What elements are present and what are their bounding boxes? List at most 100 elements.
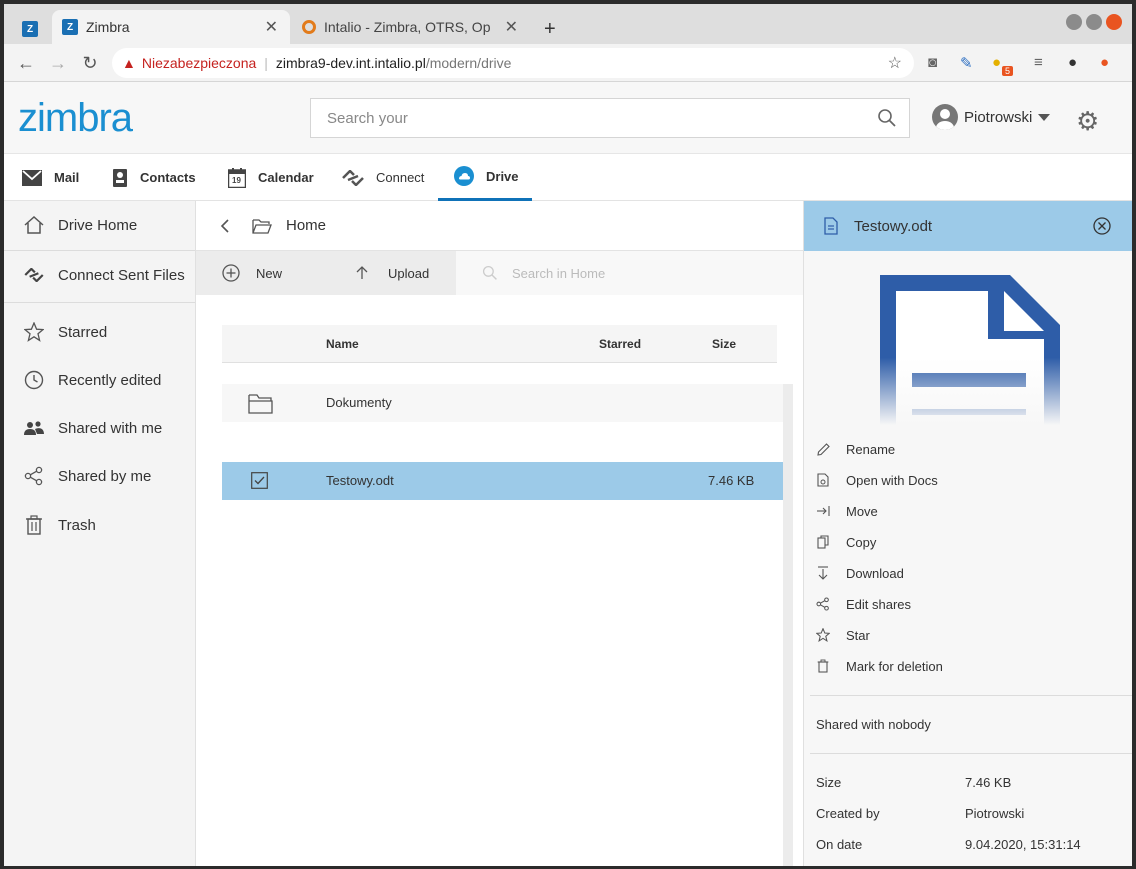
column-size[interactable]: Size <box>712 337 736 351</box>
insecure-label: Niezabezpieczona <box>141 55 257 71</box>
divider <box>4 302 195 303</box>
tab-calendar[interactable]: 19 Calendar <box>228 154 314 201</box>
vertical-scrollbar[interactable] <box>783 384 793 866</box>
camera-icon[interactable]: ◙ <box>928 54 937 71</box>
search-icon[interactable] <box>877 108 897 128</box>
user-menu[interactable]: Piotrowski <box>932 104 1051 130</box>
folder-search-input[interactable] <box>512 265 792 281</box>
trash-icon <box>24 515 44 535</box>
star-icon <box>816 628 830 642</box>
detail-header: Testowy.odt <box>804 201 1132 251</box>
bulb-icon[interactable]: ● <box>992 54 1001 71</box>
sidebar-item-label: Shared with me <box>58 419 163 437</box>
action-label: Star <box>846 627 870 643</box>
plus-circle-icon <box>222 264 240 282</box>
column-starred[interactable]: Starred <box>599 337 641 351</box>
tab-label: Calendar <box>258 170 314 185</box>
star-action[interactable]: Star <box>816 624 870 646</box>
close-tab-icon[interactable]: ✕ <box>505 17 518 37</box>
sidebar-item-drive-home[interactable]: Drive Home <box>4 201 195 249</box>
reload-icon[interactable]: ↻ <box>80 53 100 74</box>
connect-icon <box>24 268 44 282</box>
people-icon <box>24 420 44 436</box>
warning-icon: ▲ <box>122 55 136 71</box>
tab-drive[interactable]: Drive <box>438 154 532 201</box>
list-item-selected[interactable]: Testowy.odt 7.46 KB <box>222 462 783 500</box>
close-window-icon[interactable] <box>1106 14 1122 30</box>
minimize-icon[interactable] <box>1066 14 1082 30</box>
rename-action[interactable]: Rename <box>816 438 895 460</box>
zimbra-logo[interactable]: zimbra <box>18 96 133 141</box>
search-input[interactable] <box>327 109 867 127</box>
breadcrumb-current[interactable]: Home <box>286 217 326 234</box>
sidebar-item-label: Connect Sent Files <box>58 266 185 284</box>
divider <box>810 753 1132 754</box>
action-label: Edit shares <box>846 596 912 612</box>
browser-tab-zimbra[interactable]: Z Zimbra ✕ <box>52 10 290 44</box>
folder-open-icon <box>252 218 272 234</box>
url-path: /modern/drive <box>425 55 512 71</box>
extension-badge: 5 <box>1002 66 1014 76</box>
sidebar-item-starred[interactable]: Starred <box>4 308 195 356</box>
action-label: Copy <box>846 534 877 550</box>
star-icon <box>24 322 44 342</box>
chevron-left-icon[interactable] <box>220 218 230 233</box>
close-tab-icon[interactable]: ✕ <box>265 17 278 37</box>
pen-icon[interactable]: ✎ <box>960 54 973 72</box>
intalio-favicon <box>302 20 316 34</box>
sidebar-item-trash[interactable]: Trash <box>4 501 195 549</box>
copy-action[interactable]: Copy <box>816 531 876 553</box>
calendar-day: 19 <box>232 175 241 185</box>
profile-icon[interactable]: ● <box>1068 54 1077 71</box>
url-bar[interactable]: ▲ Niezabezpieczona | zimbra9-dev.int.int… <box>112 48 914 78</box>
gear-icon[interactable]: ⚙ <box>1076 106 1099 137</box>
tab-mail[interactable]: Mail <box>22 154 79 201</box>
mark-for-deletion-action[interactable]: Mark for deletion <box>816 655 943 677</box>
tab-label: Connect <box>376 170 425 185</box>
folder-search[interactable] <box>456 251 803 295</box>
sidebar-item-label: Trash <box>58 516 96 534</box>
copy-icon <box>816 535 830 549</box>
avatar <box>932 104 958 130</box>
sidebar-item-connect-sent-files[interactable]: Connect Sent Files <box>4 251 195 299</box>
edit-shares-action[interactable]: Edit shares <box>816 593 911 615</box>
close-icon[interactable] <box>1093 217 1111 235</box>
upload-button[interactable]: Upload <box>326 251 456 295</box>
trash-icon <box>816 659 830 673</box>
global-search[interactable] <box>310 98 910 138</box>
sidebar-item-shared-by-me[interactable]: Shared by me <box>4 452 195 500</box>
action-label: Download <box>846 565 904 581</box>
connect-icon <box>342 169 364 186</box>
update-icon[interactable]: ● <box>1100 54 1109 71</box>
sidebar-item-label: Recently edited <box>58 371 162 389</box>
tab-connect[interactable]: Connect <box>342 154 424 201</box>
move-action[interactable]: Move <box>816 500 878 522</box>
new-tab-button[interactable]: + <box>534 12 566 46</box>
search-icon <box>482 265 497 280</box>
media-icon[interactable]: ≡ <box>1034 54 1043 71</box>
zimbra-pinned-icon: Z <box>22 21 38 37</box>
list-item[interactable]: Dokumenty <box>222 384 783 422</box>
url-host: zimbra9-dev.int.intalio.pl <box>275 55 426 71</box>
clock-icon <box>24 370 44 390</box>
checkbox-checked-icon[interactable] <box>251 472 268 489</box>
back-icon[interactable]: ← <box>16 53 36 74</box>
download-action[interactable]: Download <box>816 562 904 584</box>
tab-label: Contacts <box>140 170 196 185</box>
bookmark-star-icon[interactable]: ☆ <box>888 53 902 73</box>
action-label: Open with Docs <box>846 472 938 488</box>
new-button[interactable]: New <box>196 251 326 295</box>
tab-contacts[interactable]: Contacts <box>112 154 196 201</box>
sidebar-item-recently-edited[interactable]: Recently edited <box>4 356 195 404</box>
maximize-icon[interactable] <box>1086 14 1102 30</box>
open-with-docs-action[interactable]: Open with Docs <box>816 469 938 491</box>
pinned-tab[interactable]: Z <box>14 12 50 46</box>
column-name[interactable]: Name <box>326 337 359 351</box>
zimbra-favicon: Z <box>62 19 78 35</box>
info-value-date: 9.04.2020, 15:31:14 <box>965 837 1081 852</box>
calendar-icon: 19 <box>228 167 246 188</box>
url-separator: | <box>264 55 268 71</box>
sidebar-item-shared-with-me[interactable]: Shared with me <box>4 404 195 452</box>
browser-tab-intalio[interactable]: Intalio - Zimbra, OTRS, Op ✕ <box>292 10 530 44</box>
forward-icon[interactable]: → <box>48 53 68 74</box>
